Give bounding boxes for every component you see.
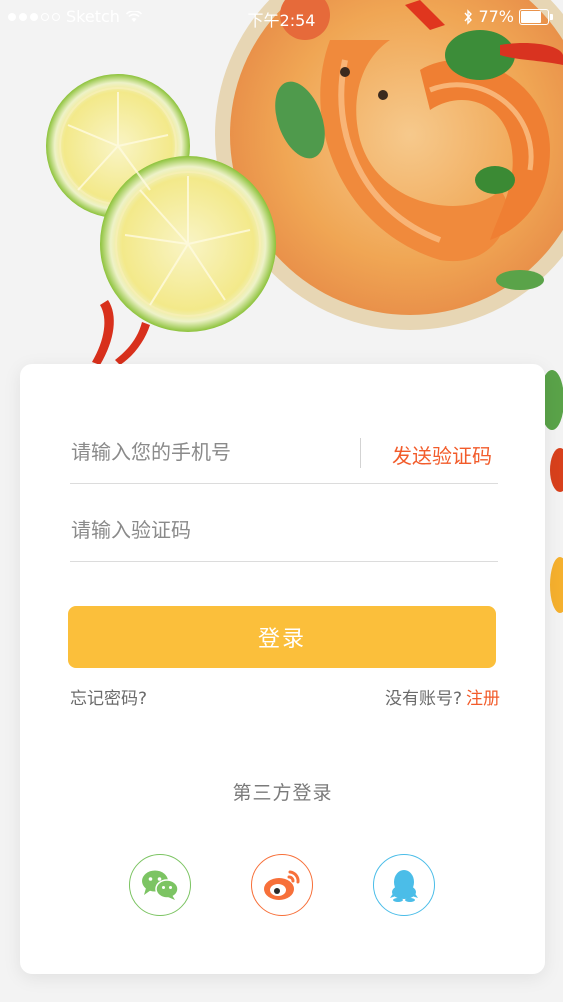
phone-input[interactable] <box>71 432 351 472</box>
send-code-button[interactable]: 发送验证码 <box>392 440 492 469</box>
qq-login-button[interactable] <box>367 846 441 926</box>
qq-icon-ring <box>373 854 435 916</box>
register-prompt: 没有账号? 注册 <box>385 684 500 709</box>
weibo-login-button[interactable] <box>245 846 319 926</box>
verification-code-input[interactable] <box>71 510 491 550</box>
bluetooth-icon <box>464 8 473 25</box>
wechat-login-button[interactable] <box>123 846 197 926</box>
login-card: 发送验证码 登录 忘记密码? 没有账号?注册 第三方登录 <box>20 364 545 974</box>
code-field-row <box>70 482 498 562</box>
phone-field-row: 发送验证码 <box>70 404 498 484</box>
wechat-icon-ring <box>129 854 191 916</box>
third-party-login-title: 第三方登录 <box>232 782 333 804</box>
battery-icon <box>519 8 553 25</box>
wechat-icon <box>142 870 179 900</box>
qq-icon <box>390 870 418 902</box>
register-link[interactable]: 注册 <box>466 689 500 709</box>
weibo-icon-ring <box>251 854 313 916</box>
no-account-text: 没有账号? <box>384 689 462 709</box>
battery-percent: 77% <box>478 7 514 26</box>
forgot-password-link[interactable]: 忘记密码? <box>70 684 147 709</box>
status-right: 77% <box>463 7 553 26</box>
field-divider <box>360 438 361 468</box>
status-bar: Sketch 下午2:54 77% <box>0 0 563 34</box>
login-button[interactable]: 登录 <box>68 606 496 668</box>
weibo-icon <box>264 870 300 900</box>
